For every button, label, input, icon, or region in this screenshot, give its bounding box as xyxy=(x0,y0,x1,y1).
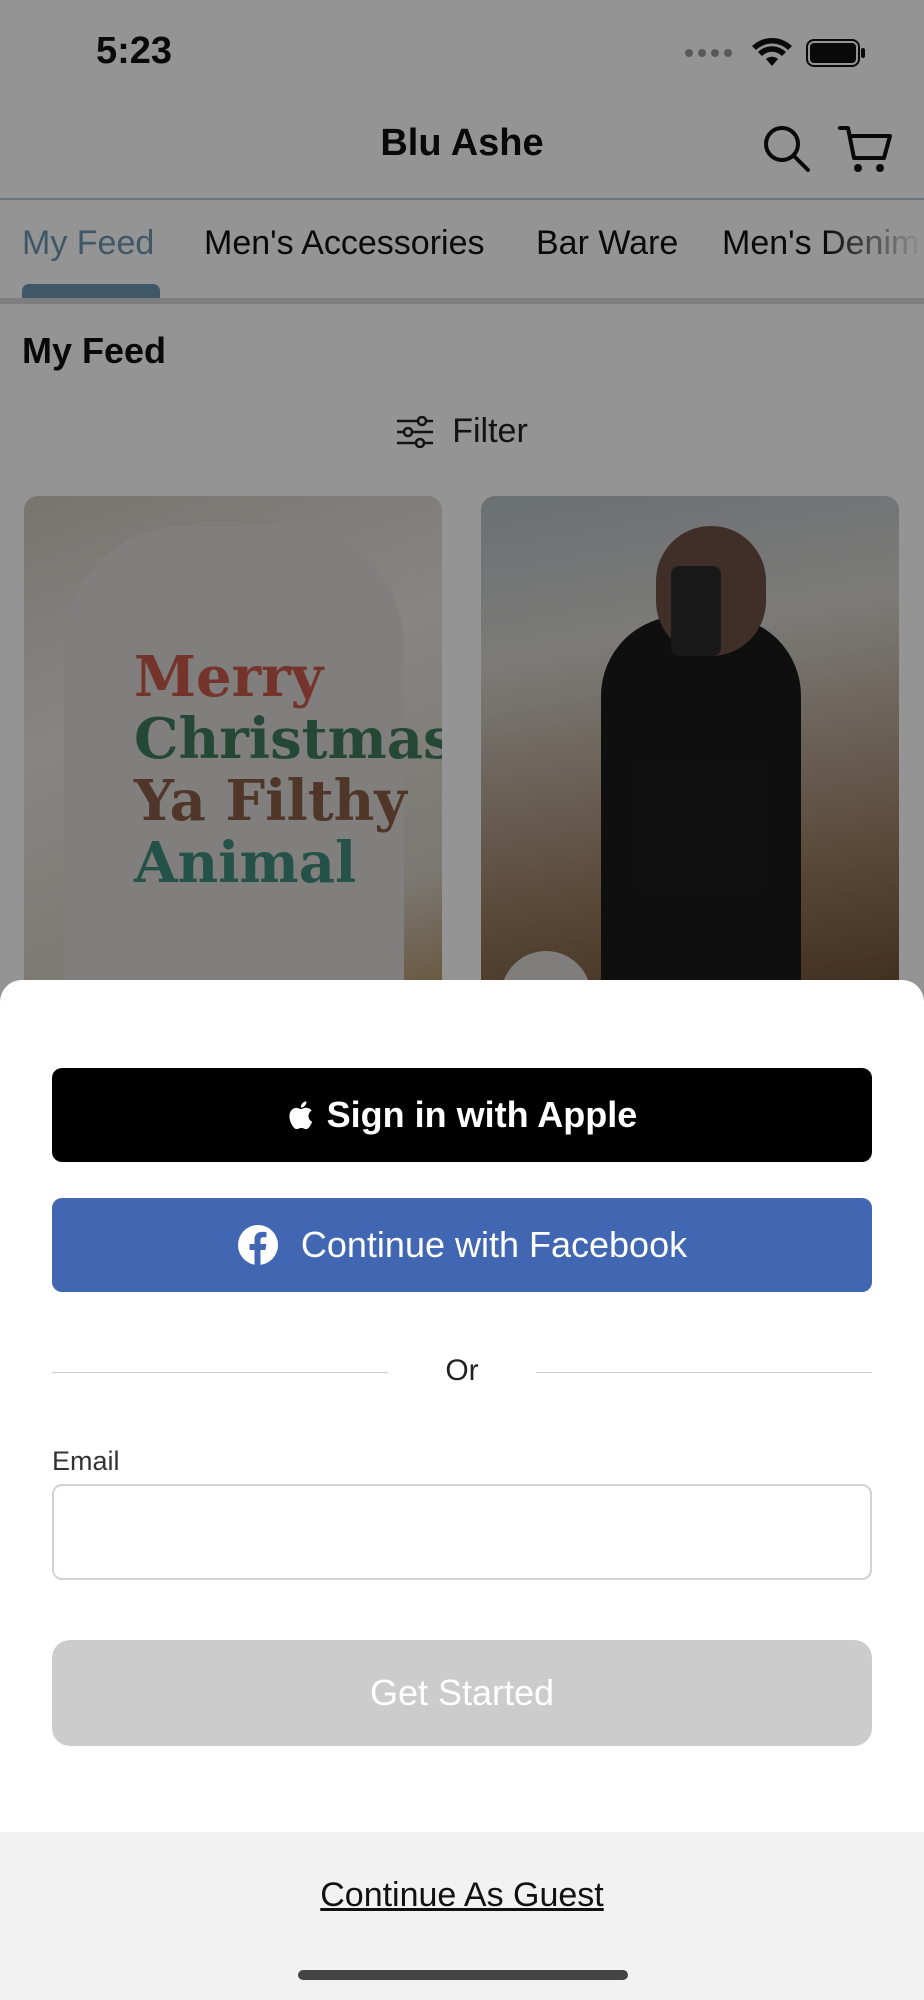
email-field[interactable] xyxy=(52,1484,872,1580)
facebook-button-label: Continue with Facebook xyxy=(300,1224,688,1265)
get-started-button[interactable]: Get Started xyxy=(52,1640,872,1746)
email-label: Email xyxy=(52,1446,120,1476)
sign-in-with-apple-button[interactable]: Sign in with Apple xyxy=(52,1068,872,1162)
divider-line xyxy=(536,1372,872,1373)
sign-in-sheet: Sign in with Apple Continue with Faceboo… xyxy=(0,980,924,2000)
apple-button-label: Sign in with Apple xyxy=(326,1094,638,1135)
facebook-icon xyxy=(237,1225,278,1265)
home-indicator[interactable] xyxy=(298,1970,628,1980)
continue-with-facebook-button[interactable]: Continue with Facebook xyxy=(52,1198,872,1292)
divider-text: Or xyxy=(445,1354,479,1387)
or-divider: Or xyxy=(52,1352,872,1392)
apple-icon xyxy=(289,1101,312,1130)
continue-as-guest-link[interactable]: Continue As Guest xyxy=(0,1876,924,1915)
